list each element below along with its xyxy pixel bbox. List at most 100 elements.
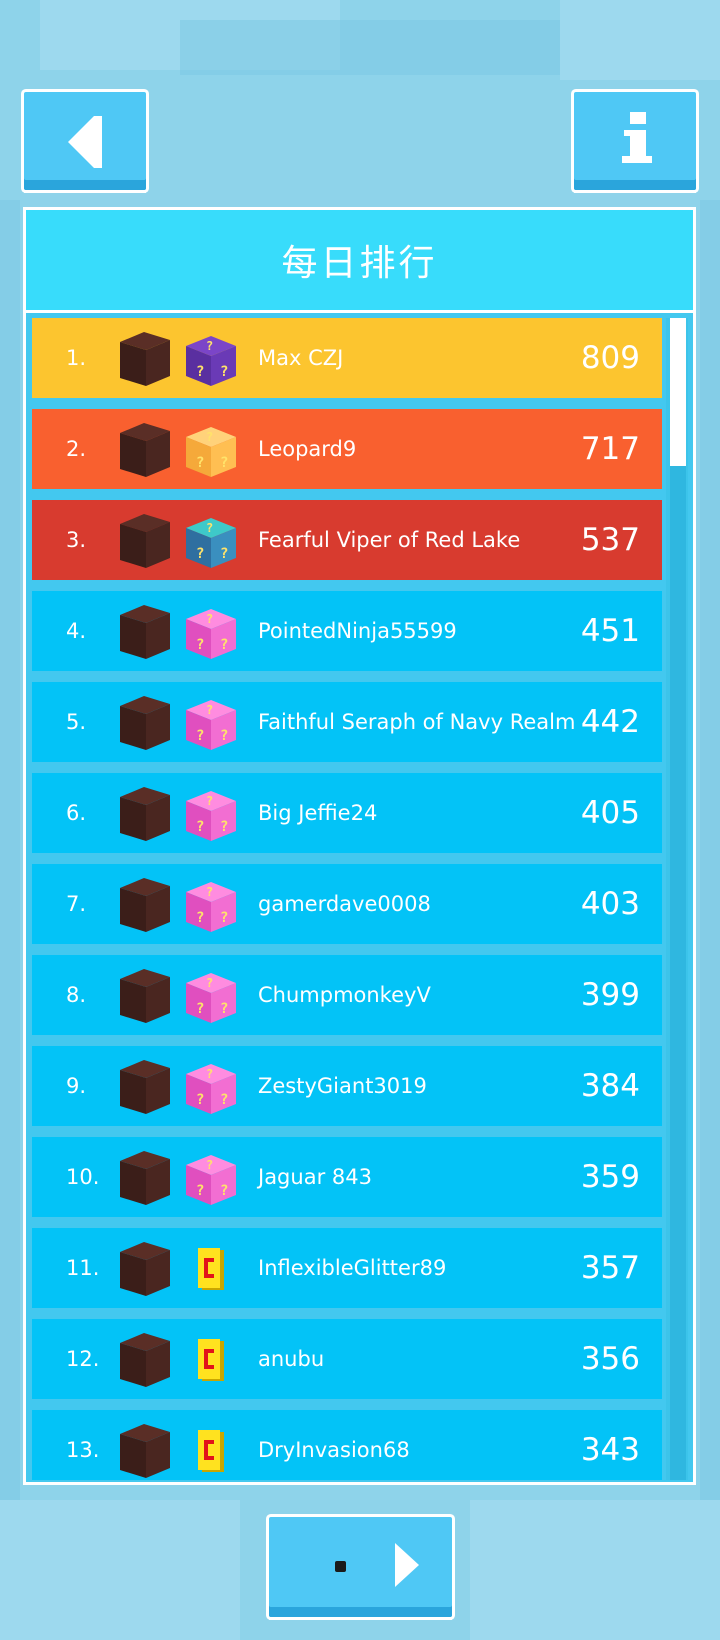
- player-name: Leopard9: [258, 437, 357, 461]
- svg-text:?: ?: [196, 1092, 204, 1108]
- leaderboard-title: 每日排行: [281, 243, 438, 284]
- player-avatar-cube-icon: [114, 965, 174, 1025]
- player-avatar-cube-icon: [114, 1056, 174, 1116]
- leaderboard-row[interactable]: 9.??? ZestyGiant3019 384: [32, 1046, 662, 1126]
- svg-text:?: ?: [206, 976, 213, 990]
- leaderboard-row[interactable]: 5.??? Faithful Seraph of Navy Realm 442: [32, 682, 662, 762]
- player-score: 357: [580, 1250, 640, 1286]
- svg-text:?: ?: [220, 1001, 228, 1017]
- svg-text:?: ?: [196, 819, 204, 835]
- player-avatar-cube-icon: [114, 1238, 174, 1298]
- leaderboard-row[interactable]: 6.??? Big Jeffie24 405: [32, 773, 662, 853]
- pink-mystery-box-icon: ???: [182, 785, 240, 843]
- player-avatar-cube-icon: [114, 874, 174, 934]
- teal-mystery-box-icon: ???: [182, 512, 240, 570]
- arrow-left-icon: [68, 116, 102, 168]
- gold-mystery-box-icon: ???: [182, 421, 240, 479]
- player-score: 399: [580, 977, 640, 1013]
- rank-label: 2.: [66, 437, 87, 461]
- leaderboard-row[interactable]: 2.??? Leopard9 717: [32, 409, 662, 489]
- player-name: Fearful Viper of Red Lake: [258, 528, 521, 552]
- player-score: 405: [580, 795, 640, 831]
- rank-label: 9.: [66, 1074, 87, 1098]
- player-name: Jaguar 843: [258, 1165, 372, 1189]
- player-name: gamerdave0008: [258, 892, 431, 916]
- leaderboard-row[interactable]: 11. InflexibleGlitter89 357: [32, 1228, 662, 1308]
- player-score: 356: [580, 1341, 640, 1377]
- leaderboard-list[interactable]: 1.??? Max CZJ 809 2.??? Leopard9 717 3.??? Fear…: [32, 318, 664, 1480]
- player-avatar-cube-icon: [114, 692, 174, 752]
- leaderboard-row[interactable]: 13. DryInvasion68 343: [32, 1410, 662, 1480]
- scrollbar[interactable]: [666, 318, 688, 1480]
- pink-mystery-box-icon: ???: [182, 603, 240, 661]
- svg-text:?: ?: [206, 703, 213, 717]
- rank-label: 11.: [66, 1256, 100, 1280]
- svg-text:?: ?: [196, 1183, 204, 1199]
- rank-label: 4.: [66, 619, 87, 643]
- player-name: Faithful Seraph of Navy Realm: [258, 710, 576, 734]
- player-score: 537: [580, 522, 640, 558]
- coin-icon: [182, 1240, 240, 1298]
- svg-text:?: ?: [206, 1158, 213, 1172]
- leaderboard-row[interactable]: 10.??? Jaguar 843 359: [32, 1137, 662, 1217]
- svg-text:?: ?: [206, 1067, 213, 1081]
- player-name: ZestyGiant3019: [258, 1074, 427, 1098]
- rank-label: 12.: [66, 1347, 100, 1371]
- svg-text:?: ?: [196, 364, 204, 380]
- leaderboard-row[interactable]: 4.??? PointedNinja55599 451: [32, 591, 662, 671]
- back-button[interactable]: [24, 92, 146, 193]
- rank-label: 6.: [66, 801, 87, 825]
- scroll-thumb[interactable]: [670, 318, 686, 466]
- leaderboard-row[interactable]: 1.??? Max CZJ 809: [32, 318, 662, 398]
- info-icon: [622, 112, 652, 166]
- leaderboard-row[interactable]: 7.??? gamerdave0008 403: [32, 864, 662, 944]
- player-score: 442: [580, 704, 640, 740]
- svg-text:?: ?: [206, 612, 213, 626]
- svg-text:?: ?: [206, 430, 213, 444]
- pink-mystery-box-icon: ???: [182, 1149, 240, 1207]
- player-name: PointedNinja55599: [258, 619, 457, 643]
- rank-label: 10.: [66, 1165, 100, 1189]
- leaderboard-row[interactable]: 12. anubu 356: [32, 1319, 662, 1399]
- svg-text:?: ?: [196, 728, 204, 744]
- info-button[interactable]: [574, 92, 696, 193]
- svg-text:?: ?: [196, 637, 204, 653]
- purple-mystery-box-icon: ???: [182, 330, 240, 388]
- next-page-button[interactable]: [269, 1517, 452, 1620]
- svg-text:?: ?: [206, 521, 213, 535]
- leaderboard-row[interactable]: 8.??? ChumpmonkeyV 399: [32, 955, 662, 1035]
- svg-text:?: ?: [220, 546, 228, 562]
- svg-text:?: ?: [196, 910, 204, 926]
- svg-text:?: ?: [220, 455, 228, 471]
- page-indicator-dot: [335, 1561, 346, 1572]
- arrow-right-icon: [395, 1543, 419, 1587]
- svg-text:?: ?: [206, 339, 213, 353]
- player-name: InflexibleGlitter89: [258, 1256, 447, 1280]
- rank-label: 7.: [66, 892, 87, 916]
- svg-text:?: ?: [206, 885, 213, 899]
- svg-text:?: ?: [220, 637, 228, 653]
- leaderboard-row[interactable]: 3.??? Fearful Viper of Red Lake 537: [32, 500, 662, 580]
- player-avatar-cube-icon: [114, 601, 174, 661]
- svg-text:?: ?: [206, 794, 213, 808]
- svg-text:?: ?: [220, 819, 228, 835]
- player-avatar-cube-icon: [114, 328, 174, 388]
- player-name: Big Jeffie24: [258, 801, 378, 825]
- player-score: 809: [580, 340, 640, 376]
- svg-text:?: ?: [220, 910, 228, 926]
- player-avatar-cube-icon: [114, 419, 174, 479]
- rank-label: 8.: [66, 983, 87, 1007]
- leaderboard-panel: 每日排行 1.??? Max CZJ 809 2.??? Leopard9 717 3.??…: [23, 207, 696, 1485]
- scroll-track: [670, 318, 686, 1480]
- player-score: 359: [580, 1159, 640, 1195]
- svg-text:?: ?: [220, 1092, 228, 1108]
- player-name: anubu: [258, 1347, 325, 1371]
- player-score: 451: [580, 613, 640, 649]
- player-avatar-cube-icon: [114, 510, 174, 570]
- rank-label: 3.: [66, 528, 87, 552]
- player-name: DryInvasion68: [258, 1438, 410, 1462]
- leaderboard-header: 每日排行: [26, 210, 693, 313]
- player-avatar-cube-icon: [114, 1329, 174, 1389]
- player-avatar-cube-icon: [114, 783, 174, 843]
- player-name: ChumpmonkeyV: [258, 983, 431, 1007]
